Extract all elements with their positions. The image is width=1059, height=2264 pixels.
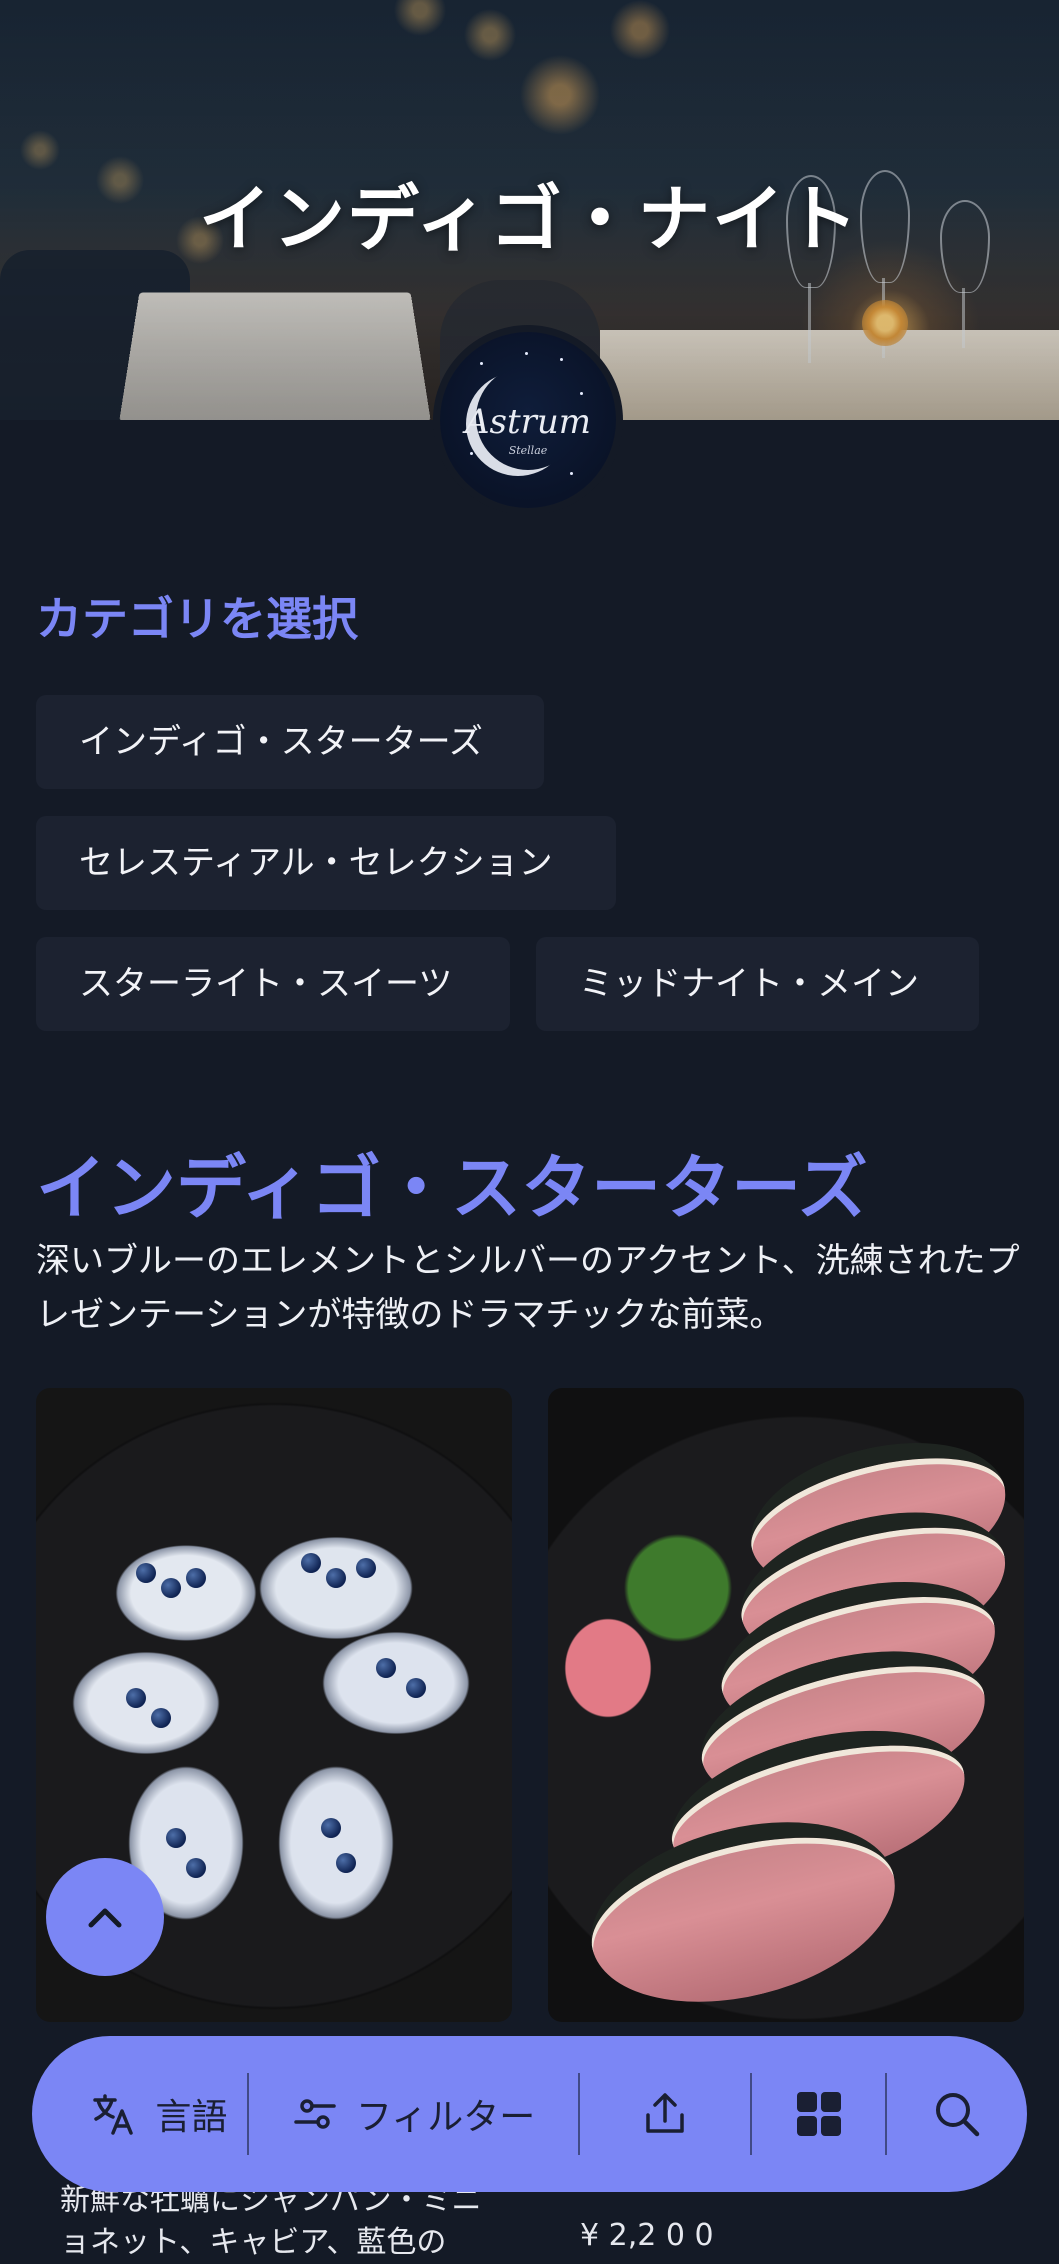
pearl	[186, 1568, 206, 1588]
bottom-toolbar: 言語 フィルター	[32, 2036, 1027, 2192]
filter-button[interactable]: フィルター	[249, 2036, 579, 2192]
pearl	[406, 1678, 426, 1698]
star-dot	[560, 358, 563, 361]
language-button[interactable]: 言語	[32, 2036, 247, 2192]
star-dot	[525, 352, 528, 355]
pearl	[166, 1828, 186, 1848]
toolbar-divider	[578, 2073, 580, 2155]
filter-label: フィルター	[356, 2088, 535, 2140]
category-heading: カテゴリを選択	[36, 583, 358, 649]
section-description: 深いブルーのエレメントとシルバーのアクセント、洗練されたプレゼンテーションが特徴…	[36, 1234, 1026, 1342]
pearl	[301, 1553, 321, 1573]
pearl	[326, 1568, 346, 1588]
dish-image-tuna-tataki[interactable]	[548, 1388, 1024, 2022]
pearl	[126, 1688, 146, 1708]
filter-sliders-icon	[292, 2091, 338, 2137]
logo-subtitle: Stellae	[440, 444, 616, 457]
dish-price: ¥ 2,2 0 0	[580, 2218, 714, 2253]
category-chip-celestial-selection[interactable]: セレスティアル・セレクション	[36, 816, 616, 910]
toolbar-divider	[885, 2073, 887, 2155]
section-title: インディゴ・スターターズ	[36, 1132, 868, 1233]
logo-name: Astrum	[440, 402, 616, 442]
pearl	[161, 1578, 181, 1598]
share-button[interactable]	[580, 2036, 750, 2192]
star-dot	[480, 362, 483, 365]
search-button[interactable]	[887, 2036, 1027, 2192]
pearl	[336, 1853, 356, 1873]
pearl	[151, 1708, 171, 1728]
star-dot	[570, 472, 573, 475]
restaurant-logo: Astrum Stellae	[433, 325, 623, 515]
grid-view-button[interactable]	[752, 2036, 885, 2192]
pearl	[136, 1563, 156, 1583]
category-chip-indigo-starters[interactable]: インディゴ・スターターズ	[36, 695, 544, 789]
page-title: インディゴ・ナイト	[0, 160, 1059, 265]
logo-badge: Astrum Stellae	[440, 332, 616, 508]
pearl	[321, 1818, 341, 1838]
pearl	[186, 1858, 206, 1878]
search-icon	[932, 2089, 982, 2139]
pearl	[356, 1558, 376, 1578]
toolbar-divider	[247, 2073, 249, 2155]
language-label: 言語	[155, 2088, 227, 2140]
chevron-up-icon	[81, 1893, 129, 1941]
scroll-to-top-button[interactable]	[46, 1858, 164, 1976]
category-chip-midnight-main[interactable]: ミッドナイト・メイン	[536, 937, 979, 1031]
share-upload-icon	[640, 2089, 690, 2139]
grid-icon	[794, 2089, 844, 2139]
category-chip-starlight-sweets[interactable]: スターライト・スイーツ	[36, 937, 510, 1031]
translate-icon	[91, 2091, 137, 2137]
pearl	[376, 1658, 396, 1678]
dish-description: 新鮮な牡蠣にシャンパン・ミニョネット、キャビア、藍色の	[60, 2180, 490, 2264]
star-dot	[580, 392, 583, 395]
toolbar-divider	[750, 2073, 752, 2155]
